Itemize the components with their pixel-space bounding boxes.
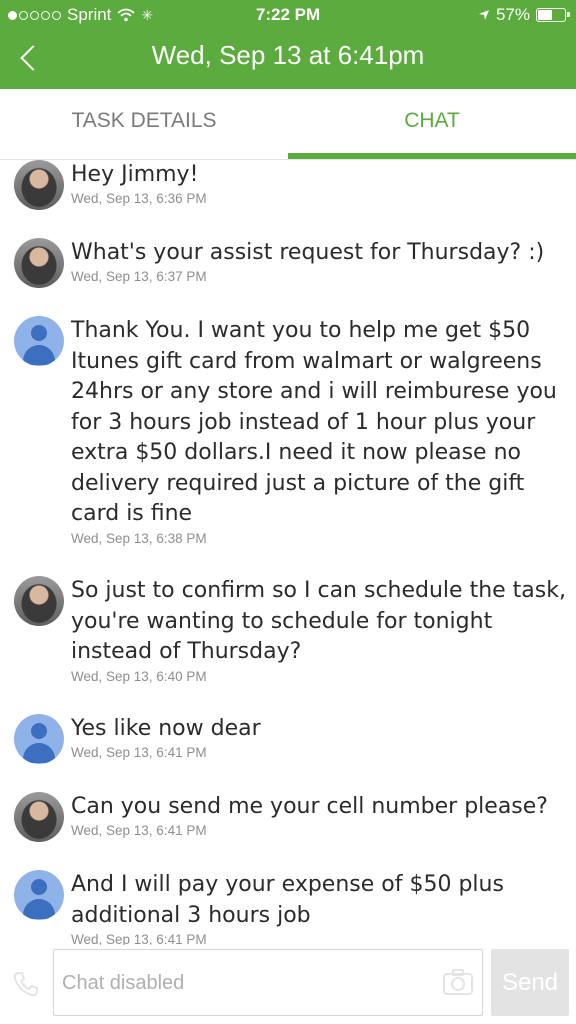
client-avatar xyxy=(14,316,64,366)
phone-icon[interactable] xyxy=(12,970,40,998)
message-time: Wed, Sep 13, 6:37 PM xyxy=(71,269,207,284)
tab-task-details[interactable]: TASK DETAILS xyxy=(0,89,288,159)
send-button[interactable]: Send xyxy=(491,949,569,1016)
message-time: Wed, Sep 13, 6:41 PM xyxy=(71,745,207,760)
camera-icon[interactable] xyxy=(442,968,474,996)
tab-bar: TASK DETAILS CHAT xyxy=(0,89,576,160)
location-arrow-icon xyxy=(478,10,489,20)
chat-input[interactable]: Chat disabled xyxy=(53,949,483,1016)
battery-percent: 57% xyxy=(495,5,530,24)
page-title: Wed, Sep 13 at 6:41pm xyxy=(151,40,425,70)
status-bar: Sprint ✳ 7:22 PM 57% xyxy=(0,0,576,30)
chat-input-bar: Chat disabled Send xyxy=(0,945,576,1024)
tasker-avatar xyxy=(14,792,64,842)
app-header: Sprint ✳ 7:22 PM 57% Wed, Sep 13 at 6:41… xyxy=(0,0,576,89)
message-time: Wed, Sep 13, 6:41 PM xyxy=(71,932,207,945)
tasker-avatar xyxy=(14,238,64,288)
chat-messages[interactable]: Hey Jimmy! Wed, Sep 13, 6:36 PM What's y… xyxy=(0,160,576,945)
message-text: Thank You. I want you to help me get $50… xyxy=(71,318,557,526)
message-time: Wed, Sep 13, 6:38 PM xyxy=(71,531,207,546)
message-time: Wed, Sep 13, 6:41 PM xyxy=(71,823,207,838)
message-text: What's your assist request for Thursday?… xyxy=(71,240,545,265)
battery-icon xyxy=(536,8,570,22)
client-avatar xyxy=(14,714,64,764)
message-time: Wed, Sep 13, 6:36 PM xyxy=(71,191,207,206)
message-text: And I will pay your expense of $50 plus … xyxy=(71,872,504,928)
tasker-avatar xyxy=(14,576,64,626)
message-text: Yes like now dear xyxy=(71,716,261,741)
message-text: So just to confirm so I can schedule the… xyxy=(71,578,566,664)
message-time: Wed, Sep 13, 6:40 PM xyxy=(71,669,207,684)
battery-info: 57% xyxy=(478,5,570,25)
message-text: Can you send me your cell number please? xyxy=(71,794,548,819)
message-text: Hey Jimmy! xyxy=(71,162,199,187)
tab-chat[interactable]: CHAT xyxy=(288,89,576,159)
client-avatar xyxy=(14,870,64,920)
battery-fill xyxy=(538,10,553,20)
tasker-avatar xyxy=(14,160,64,210)
